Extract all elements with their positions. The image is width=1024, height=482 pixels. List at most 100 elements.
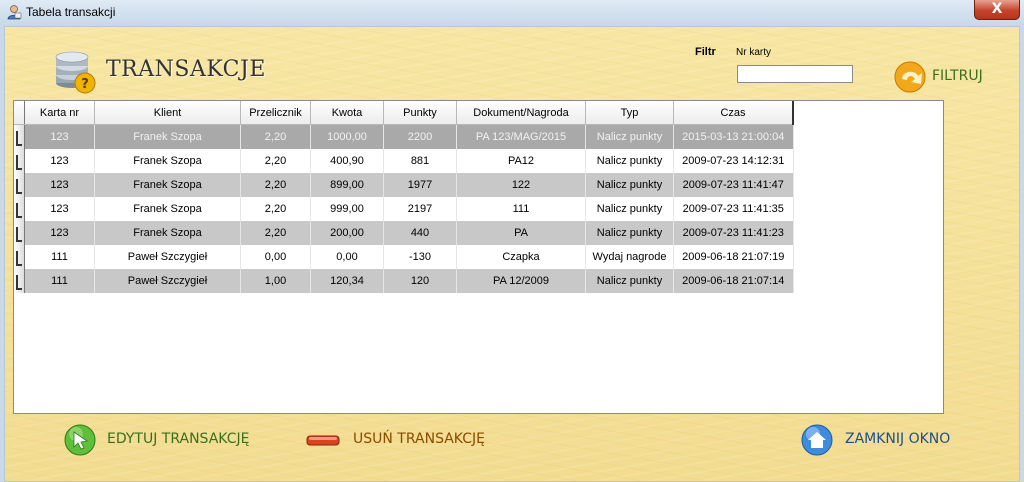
table-row[interactable]: 123 Franek Szopa 2,20 999,00 2197 111 Na…: [14, 197, 794, 221]
close-window-button[interactable]: ZAMKNIJ OKNO: [800, 423, 970, 457]
cell-rate: 0,00: [240, 245, 311, 269]
transactions-grid[interactable]: Karta nr Klient Przelicznik Kwota Punkty…: [13, 100, 944, 414]
cell-amount: 999,00: [310, 197, 384, 221]
cell-points: 1977: [383, 173, 457, 197]
close-icon: X: [991, 1, 1003, 17]
cell-amount: 899,00: [310, 173, 384, 197]
column-header-type[interactable]: Typ: [585, 101, 674, 125]
cell-document: 122: [456, 173, 586, 197]
edit-transaction-button[interactable]: EDYTUJ TRANSAKCJĘ: [63, 423, 263, 457]
row-indicator[interactable]: [14, 197, 25, 221]
cell-client: Franek Szopa: [94, 197, 241, 221]
cell-card: 123: [24, 124, 95, 149]
cell-type: Nalicz punkty: [585, 173, 674, 197]
page-title: TRANSAKCJE: [106, 57, 266, 82]
table-header-row: Karta nr Klient Przelicznik Kwota Punkty…: [14, 101, 794, 125]
app-window: Tabela transakcji X ? TRANSAKCJE Filtr N…: [0, 0, 1024, 482]
table-row[interactable]: 123 Franek Szopa 2,20 200,00 440 PA Nali…: [14, 221, 794, 245]
row-indicator[interactable]: [14, 269, 25, 293]
cell-document: PA: [456, 221, 586, 245]
transactions-table: Karta nr Klient Przelicznik Kwota Punkty…: [14, 101, 794, 293]
cell-points: 2197: [383, 197, 457, 221]
cell-amount: 120,34: [310, 269, 384, 293]
window-title: Tabela transakcji: [26, 5, 116, 19]
cell-card: 111: [24, 245, 95, 269]
cell-rate: 1,00: [240, 269, 311, 293]
title-bar[interactable]: Tabela transakcji X: [0, 0, 1024, 26]
edit-transaction-label: EDYTUJ TRANSAKCJĘ: [107, 431, 250, 447]
column-header-rate[interactable]: Przelicznik: [240, 101, 311, 125]
table-row[interactable]: 111 Paweł Szczygieł 1,00 120,34 120 PA 1…: [14, 269, 794, 293]
cell-document: 111: [456, 197, 586, 221]
cell-client: Franek Szopa: [94, 173, 241, 197]
table-row[interactable]: 123 Franek Szopa 2,20 899,00 1977 122 Na…: [14, 173, 794, 197]
cell-points: 440: [383, 221, 457, 245]
cell-amount: 400,90: [310, 149, 384, 173]
row-indicator[interactable]: [14, 221, 25, 245]
row-indicator[interactable]: [14, 149, 25, 173]
cell-client: Paweł Szczygieł: [94, 245, 241, 269]
column-header-client[interactable]: Klient: [94, 101, 241, 125]
filter-label: Filtr: [695, 46, 716, 58]
cell-rate: 2,20: [240, 149, 311, 173]
cell-card: 111: [24, 269, 95, 293]
cursor-arrow-icon: [64, 424, 96, 456]
cell-amount: 1000,00: [310, 124, 384, 149]
cell-client: Franek Szopa: [94, 221, 241, 245]
window-close-button[interactable]: X: [974, 0, 1020, 20]
row-indicator[interactable]: [14, 124, 25, 149]
column-header-card[interactable]: Karta nr: [24, 101, 95, 125]
close-window-label: ZAMKNIJ OKNO: [845, 431, 951, 447]
card-number-input[interactable]: [737, 65, 853, 83]
cell-time: 2009-07-23 11:41:47: [673, 173, 794, 197]
cell-card: 123: [24, 173, 95, 197]
filter-button[interactable]: FILTRUJ: [891, 60, 991, 94]
cell-document: PA 12/2009: [456, 269, 586, 293]
cell-document: Czapka: [456, 245, 586, 269]
card-number-label: Nr karty: [736, 47, 771, 58]
cell-points: 120: [383, 269, 457, 293]
cell-time: 2009-07-23 14:12:31: [673, 149, 794, 173]
cell-time: 2009-07-23 11:41:23: [673, 221, 794, 245]
delete-transaction-button[interactable]: USUŃ TRANSAKCJĘ: [305, 423, 505, 457]
user-icon: [7, 5, 22, 20]
column-header-amount[interactable]: Kwota: [310, 101, 384, 125]
window-content: ? TRANSAKCJE Filtr Nr karty FILTRUJ Kart…: [4, 26, 1020, 482]
cell-type: Wydaj nagrode: [585, 245, 674, 269]
coins-question-icon: ?: [55, 51, 96, 94]
cell-rate: 2,20: [240, 173, 311, 197]
filter-button-label: FILTRUJ: [932, 68, 983, 84]
table-row[interactable]: 123 Franek Szopa 2,20 400,90 881 PA12 Na…: [14, 149, 794, 173]
column-header-time[interactable]: Czas: [673, 101, 794, 125]
column-header-points[interactable]: Punkty: [383, 101, 457, 125]
cell-client: Paweł Szczygieł: [94, 269, 241, 293]
row-indicator[interactable]: [14, 245, 25, 269]
home-icon: [801, 424, 833, 456]
arrow-return-icon: [894, 61, 926, 93]
row-indicator[interactable]: [14, 173, 25, 197]
cell-points: 881: [383, 149, 457, 173]
cell-card: 123: [24, 221, 95, 245]
cell-type: Nalicz punkty: [585, 269, 674, 293]
cell-type: Nalicz punkty: [585, 221, 674, 245]
cell-type: Nalicz punkty: [585, 149, 674, 173]
cell-document: PA12: [456, 149, 586, 173]
cell-time: 2009-06-18 21:07:14: [673, 269, 794, 293]
cell-time: 2015-03-13 21:00:04: [673, 124, 794, 149]
cell-amount: 0,00: [310, 245, 384, 269]
cell-client: Franek Szopa: [94, 149, 241, 173]
cell-rate: 2,20: [240, 221, 311, 245]
cell-points: 2200: [383, 124, 457, 149]
table-row[interactable]: 123 Franek Szopa 2,20 1000,00 2200 PA 12…: [14, 124, 794, 149]
cell-amount: 200,00: [310, 221, 384, 245]
cell-time: 2009-06-18 21:07:19: [673, 245, 794, 269]
table-row[interactable]: 111 Paweł Szczygieł 0,00 0,00 -130 Czapk…: [14, 245, 794, 269]
cell-time: 2009-07-23 11:41:35: [673, 197, 794, 221]
column-header-document[interactable]: Dokument/Nagroda: [456, 101, 586, 125]
cell-client: Franek Szopa: [94, 124, 241, 149]
row-indicator-header: [14, 101, 25, 125]
cell-rate: 2,20: [240, 197, 311, 221]
svg-text:?: ?: [81, 77, 89, 92]
cell-type: Nalicz punkty: [585, 124, 674, 149]
cell-card: 123: [24, 197, 95, 221]
